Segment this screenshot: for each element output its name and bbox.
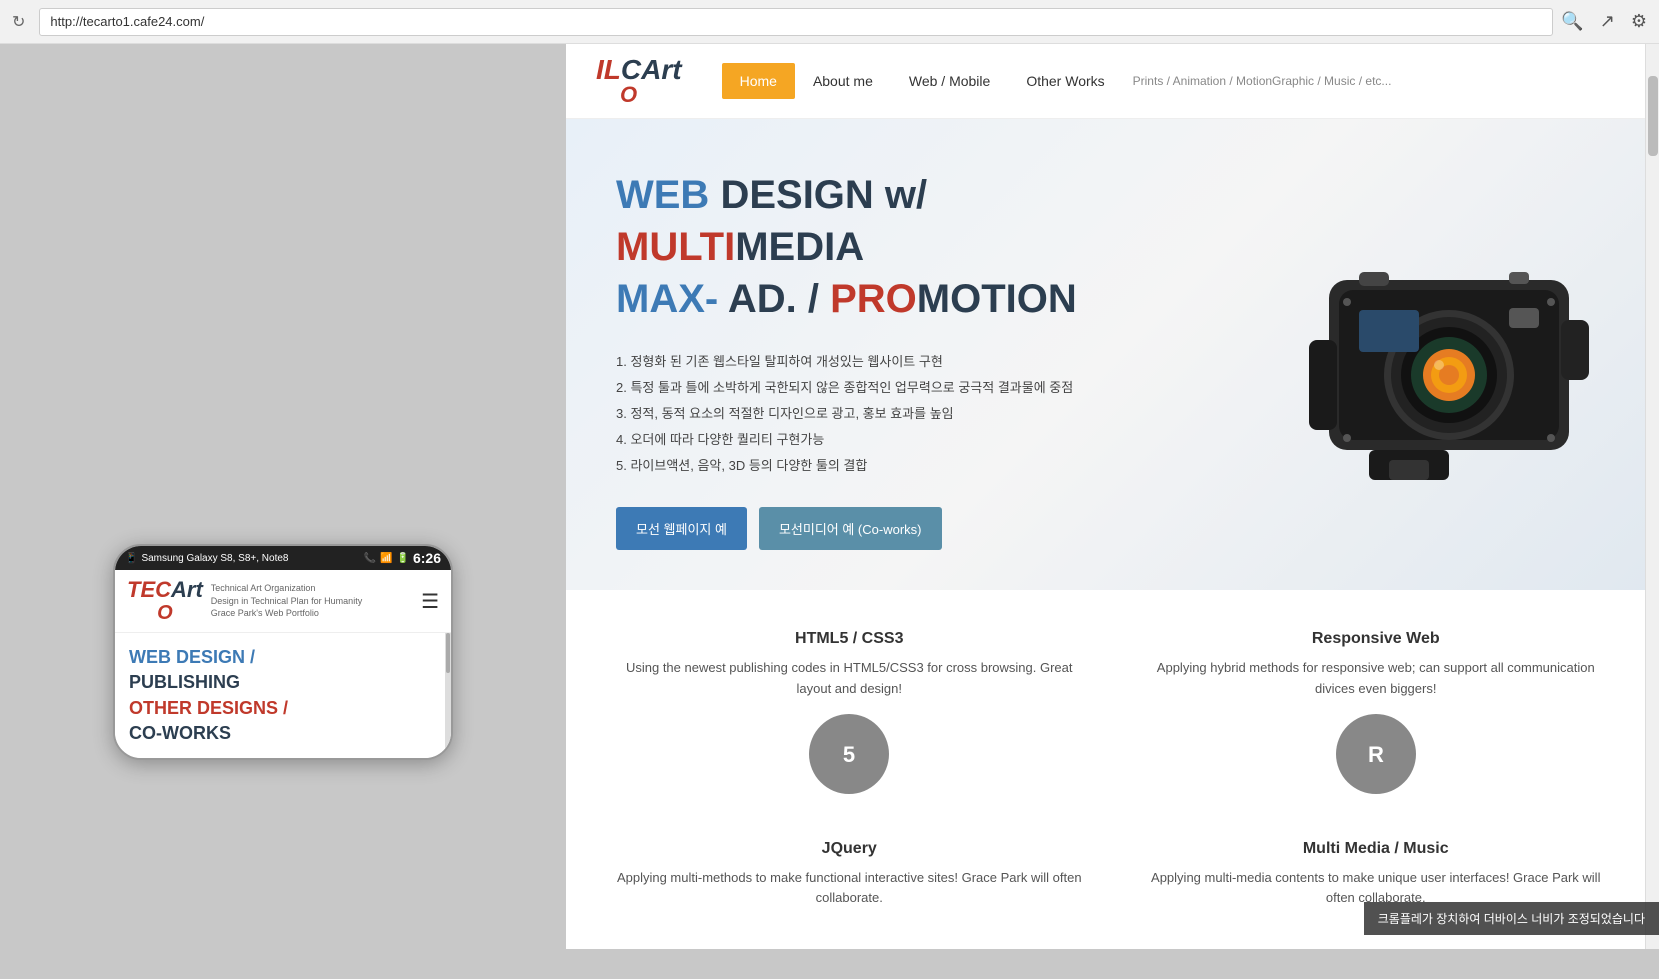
hero-multi: MULTI — [616, 225, 735, 269]
nav-home[interactable]: Home — [722, 63, 795, 99]
reload-icon[interactable]: ↻ — [12, 12, 25, 32]
feature-responsive-title: Responsive Web — [1143, 630, 1610, 648]
page-wrapper: 📱 Samsung Galaxy S8, S8+, Note8 📞 📶 🔋 6:… — [0, 44, 1659, 949]
hero-buttons: 모선 웹페이지 예 모선미디어 예 (Co-works) — [616, 507, 1176, 550]
mobile-scrollbar — [445, 633, 451, 758]
site-logo: ILCArt O — [596, 56, 682, 106]
mobile-content: WEB DESIGN / PUBLISHING OTHER DESIGNS / … — [115, 633, 451, 758]
hero-list: 1. 정형화 된 기존 웹스타일 탈피하여 개성있는 웹사이트 구현 2. 특정… — [616, 349, 1176, 479]
hero-motion: MOTION — [917, 277, 1077, 321]
feature-multimedia-title: Multi Media / Music — [1143, 840, 1610, 858]
hero-pro: PRO — [830, 277, 917, 321]
hero-list-item-3: 3. 정적, 동적 요소의 적절한 디자인으로 광고, 홍보 효과를 높임 — [616, 401, 1176, 427]
hero-media: MEDIA — [735, 225, 864, 269]
mobile-menu-icon[interactable]: ☰ — [421, 589, 439, 614]
svg-text:5: 5 — [843, 742, 855, 767]
mobile-preview: 📱 Samsung Galaxy S8, S8+, Note8 📞 📶 🔋 6:… — [113, 544, 453, 760]
feature-html5-desc: Using the newest publishing codes in HTM… — [616, 658, 1083, 700]
feature-responsive: Responsive Web Applying hybrid methods f… — [1143, 630, 1610, 810]
browser-icons: 🔍 ↗ ⚙ — [1561, 11, 1647, 32]
feature-jquery-title: JQuery — [616, 840, 1083, 858]
scrollbar-thumb[interactable] — [1648, 76, 1658, 156]
logo-art: Art — [641, 54, 681, 85]
mobile-logo: TECArt O Technical Art Organization Desi… — [127, 578, 362, 624]
mobile-tagline: Technical Art Organization Design in Tec… — [211, 582, 362, 620]
mobile-logo-art: Art — [171, 577, 203, 602]
feature-responsive-icon: R — [1336, 714, 1416, 794]
right-website-panel: ILCArt O Home About me Web / Mobile Othe… — [566, 44, 1659, 949]
share-icon[interactable]: ↗ — [1600, 11, 1615, 32]
device-name: 📱 Samsung Galaxy S8, S8+, Note8 — [125, 553, 288, 564]
logo-c: C — [621, 54, 641, 85]
hero-max: MAX- — [616, 277, 718, 321]
hero-list-item-5: 5. 라이브액션, 음악, 3D 등의 다양한 툴의 결합 — [616, 453, 1176, 479]
hero-list-item-4: 4. 오더에 따라 다양한 퀄리티 구현가능 — [616, 427, 1176, 453]
hero-title: WEB DESIGN w/ MULTIMEDIA MAX- AD. / PROM… — [616, 169, 1176, 325]
hero-list-item-1: 1. 정형화 된 기존 웹스타일 탈피하여 개성있는 웹사이트 구현 — [616, 349, 1176, 375]
logo-o: O — [620, 84, 637, 106]
hero-design: DESIGN w/ — [709, 173, 927, 217]
search-icon[interactable]: 🔍 — [1561, 11, 1583, 32]
feature-jquery-desc: Applying multi-methods to make functiona… — [616, 868, 1083, 910]
nav-about[interactable]: About me — [795, 63, 891, 99]
hero-section: WEB DESIGN w/ MULTIMEDIA MAX- AD. / PROM… — [566, 119, 1659, 590]
feature-html5: HTML5 / CSS3 Using the newest publishing… — [616, 630, 1083, 810]
mobile-status-bar: 📱 Samsung Galaxy S8, S8+, Note8 📞 📶 🔋 6:… — [115, 546, 451, 570]
features-section: HTML5 / CSS3 Using the newest publishing… — [566, 590, 1659, 949]
nav-subtitle: Prints / Animation / MotionGraphic / Mus… — [1133, 74, 1392, 88]
site-nav: Home About me Web / Mobile Other Works P… — [722, 63, 1392, 99]
btn-media-example[interactable]: 모선미디어 예 (Co-works) — [759, 507, 942, 550]
settings-icon[interactable]: ⚙ — [1631, 11, 1647, 32]
feature-multimedia: Multi Media / Music Applying multi-media… — [1143, 840, 1610, 910]
logo-il: IL — [596, 54, 621, 85]
browser-chrome: ↻ http://tecarto1.cafe24.com/ 🔍 ↗ ⚙ — [0, 0, 1659, 44]
feature-responsive-desc: Applying hybrid methods for responsive w… — [1143, 658, 1610, 700]
btn-web-example[interactable]: 모선 웹페이지 예 — [616, 507, 747, 550]
nav-web-mobile[interactable]: Web / Mobile — [891, 63, 1008, 99]
status-right: 📞 📶 🔋 6:26 — [364, 550, 441, 566]
toast-notification: 크롬플레가 장치하여 더바이스 너비가 조정되었습니다 — [1364, 902, 1659, 935]
svg-text:R: R — [1368, 742, 1384, 767]
mobile-hero-title: WEB DESIGN / PUBLISHING OTHER DESIGNS / … — [129, 645, 437, 746]
hero-web: WEB — [616, 173, 709, 217]
hero-camera-image — [1289, 200, 1609, 520]
hero-ad: AD. / — [718, 277, 830, 321]
feature-html5-icon: 5 — [809, 714, 889, 794]
feature-jquery: JQuery Applying multi-methods to make fu… — [616, 840, 1083, 910]
hero-text: WEB DESIGN w/ MULTIMEDIA MAX- AD. / PROM… — [616, 169, 1176, 550]
mobile-logo-o: O — [127, 602, 203, 624]
nav-other-works[interactable]: Other Works — [1008, 63, 1122, 99]
hero-list-item-2: 2. 특정 툴과 틀에 소박하게 국한되지 않은 종합적인 업무력으로 궁극적 … — [616, 375, 1176, 401]
left-panel: 📱 Samsung Galaxy S8, S8+, Note8 📞 📶 🔋 6:… — [0, 44, 566, 949]
mobile-nav: TECArt O Technical Art Organization Desi… — [115, 570, 451, 633]
scrollbar-track — [1645, 44, 1659, 949]
clock: 6:26 — [413, 550, 441, 566]
feature-html5-title: HTML5 / CSS3 — [616, 630, 1083, 648]
website-header: ILCArt O Home About me Web / Mobile Othe… — [566, 44, 1659, 119]
url-bar[interactable]: http://tecarto1.cafe24.com/ — [39, 8, 1553, 36]
url-text: http://tecarto1.cafe24.com/ — [50, 14, 204, 29]
mobile-logo-tec: TEC — [127, 577, 171, 602]
